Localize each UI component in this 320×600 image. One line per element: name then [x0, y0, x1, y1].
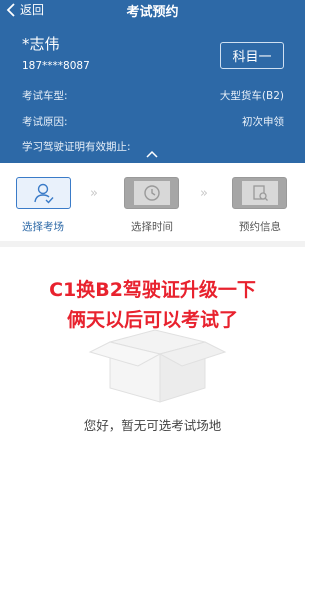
step-progress: 选择考场 » 选择时间 » 预约信息: [0, 163, 305, 241]
user-name: *志伟: [22, 35, 60, 53]
chevron-up-icon[interactable]: [146, 150, 158, 158]
step-arrow-icon: »: [200, 186, 208, 201]
document-search-icon: [252, 185, 268, 201]
header: 返回 考试预约 *志伟 187****8087 科目一 考试车型: 大型货车(B…: [0, 0, 305, 163]
subject-button[interactable]: 科目一: [220, 42, 284, 69]
nav-bar: 返回 考试预约: [0, 0, 305, 22]
step-arrow-icon: »: [90, 186, 98, 201]
step-select-time[interactable]: [124, 177, 179, 209]
step-label-booking-info: 预约信息: [239, 221, 281, 233]
empty-state-message: 您好，暂无可选考试场地: [83, 418, 222, 433]
overlay-text-line-1: C1换B2驾驶证升级一下: [49, 279, 256, 301]
clock-icon: [143, 185, 160, 201]
empty-box-icon: [88, 329, 227, 403]
info-value: 初次申领: [242, 116, 284, 128]
page-title: 考试预约: [126, 5, 179, 20]
user-phone: 187****8087: [22, 60, 90, 72]
info-label: 考试车型:: [22, 90, 68, 102]
info-label: 学习驾驶证明有效期止:: [22, 141, 131, 153]
section-divider: [0, 241, 305, 247]
step-label-select-time: 选择时间: [131, 221, 173, 233]
step-select-venue[interactable]: [16, 177, 71, 209]
info-value: 大型货车(B2): [219, 90, 284, 102]
step-booking-info[interactable]: [232, 177, 287, 209]
person-check-icon: [33, 183, 54, 204]
info-label: 考试原因:: [22, 116, 68, 128]
step-label-select-venue: 选择考场: [22, 221, 64, 233]
